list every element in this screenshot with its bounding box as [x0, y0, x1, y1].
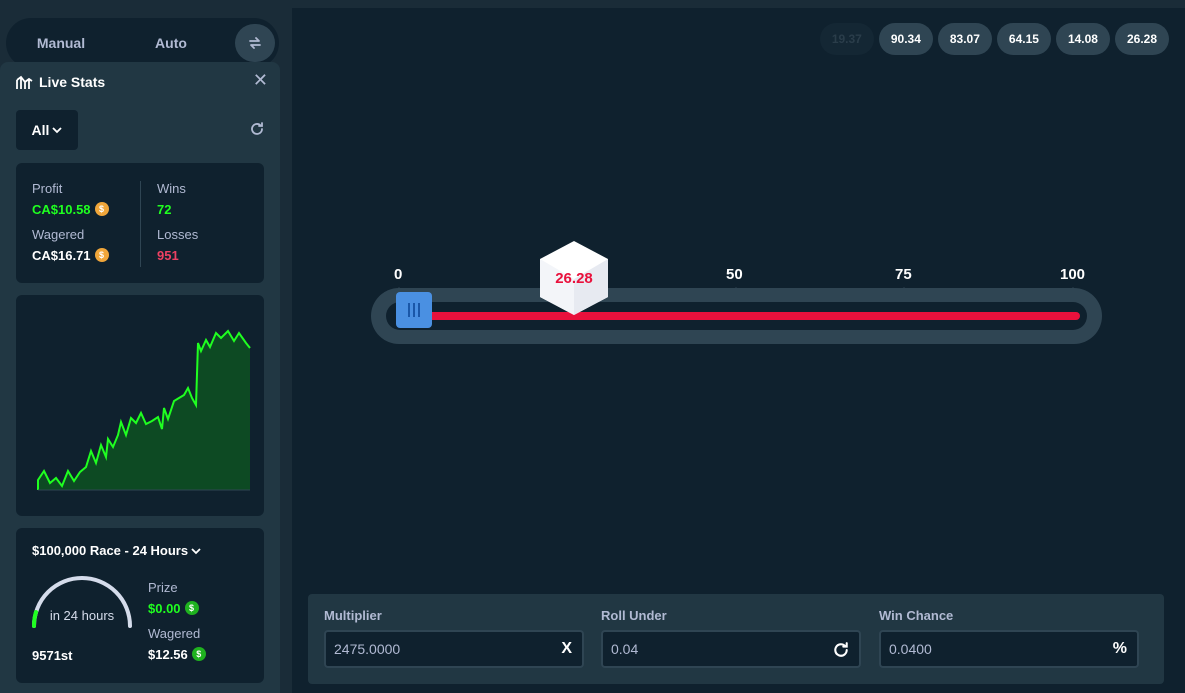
multiplier-value: 2475.0000	[334, 641, 401, 657]
slider-handle[interactable]	[396, 292, 432, 328]
multiplier-control: Multiplier 2475.0000 X	[324, 608, 584, 668]
coin-icon: $	[184, 601, 199, 615]
roll-under-label: Roll Under	[601, 608, 667, 623]
coin-icon: $	[191, 647, 206, 661]
left-panel: Manual Auto Live Stats ✕ All Profit CA$1…	[0, 0, 292, 693]
stats-filter-select[interactable]: All	[16, 110, 78, 150]
win-chance-value: 0.0400	[889, 641, 932, 657]
race-title-text: $100,000 Race - 24 Hours	[32, 543, 189, 558]
history-pill: 19.37	[819, 23, 874, 55]
profit-label: Profit	[32, 181, 63, 196]
handle-grip	[413, 303, 415, 317]
wagered-amount: CA$16.71	[32, 248, 91, 263]
tab-auto[interactable]: Auto	[120, 25, 222, 61]
chevron-down-icon	[191, 547, 201, 554]
race-wagered-amount: $12.56	[148, 647, 188, 662]
roll-under-input[interactable]: 0.04	[601, 630, 861, 668]
history-pill: 64.15	[996, 23, 1051, 55]
prize-label: Prize	[148, 580, 178, 595]
profit-amount: CA$10.58	[32, 202, 91, 217]
wagered-value: CA$16.71 $	[32, 245, 109, 273]
slider-track-container	[386, 302, 1087, 330]
win-chance-control: Win Chance 0.0400 %	[879, 608, 1139, 668]
roll-under-control: Roll Under 0.04	[601, 608, 861, 668]
tick-label: 0	[394, 266, 403, 283]
wins-losses-column: Wins 72 Losses 951	[157, 181, 198, 273]
history-pill: 26.28	[1114, 23, 1169, 55]
race-rank: 9571st	[32, 648, 73, 663]
prize-value: $0.00 $	[148, 598, 206, 626]
race-title[interactable]: $100,000 Race - 24 Hours	[32, 543, 201, 558]
handle-grip	[408, 303, 410, 317]
win-chance-label: Win Chance	[879, 608, 954, 623]
close-icon[interactable]: ✕	[253, 70, 268, 91]
wins-value: 72	[157, 202, 172, 217]
win-chance-input[interactable]: 0.0400 %	[879, 630, 1139, 668]
losses-value: 951	[157, 248, 179, 263]
race-wagered-value: $12.56 $	[148, 644, 206, 672]
dice-value: 26.28	[555, 270, 593, 287]
roll-history: 19.37 90.34 83.07 64.15 14.08 26.28	[819, 23, 1169, 55]
tick-label: 75	[895, 266, 912, 283]
swap-button[interactable]	[235, 24, 275, 62]
swap-icon	[249, 37, 261, 49]
mode-toggle: Manual Auto	[6, 18, 279, 68]
profit-chart	[16, 295, 264, 516]
multiplier-input[interactable]: 2475.0000 X	[324, 630, 584, 668]
roll-under-value: 0.04	[611, 641, 639, 657]
profit-chart-svg	[37, 329, 251, 491]
history-pill: 90.34	[878, 23, 933, 55]
wins-label: Wins	[157, 181, 186, 196]
race-stats: Prize $0.00 $ Wagered $12.56 $	[148, 580, 206, 672]
refresh-icon[interactable]	[833, 642, 849, 658]
handle-grip	[418, 303, 420, 317]
live-stats-header: Live Stats	[16, 72, 105, 92]
tab-manual[interactable]: Manual	[10, 25, 112, 61]
profit-wagered-column: Profit CA$10.58 $ Wagered CA$16.71 $	[32, 181, 109, 273]
chart-icon	[16, 75, 33, 89]
chevron-down-icon	[52, 127, 63, 134]
win-chance-suffix: %	[1112, 640, 1127, 657]
coin-icon: $	[94, 248, 109, 262]
multiplier-suffix: X	[561, 640, 572, 657]
divider	[140, 181, 141, 267]
tick-label: 50	[726, 266, 743, 283]
race-card: $100,000 Race - 24 Hours in 24 hours 957…	[16, 528, 264, 683]
live-stats-title: Live Stats	[39, 74, 106, 90]
bet-controls: Multiplier 2475.0000 X Roll Under 0.04 W…	[308, 594, 1164, 684]
tick-label: 100	[1060, 266, 1086, 283]
wagered-label: Wagered	[32, 227, 85, 242]
game-area: 19.37 90.34 83.07 64.15 14.08 26.28 0 50…	[292, 8, 1185, 693]
race-gauge-text: in 24 hours	[49, 608, 115, 623]
stats-filter-label: All	[31, 122, 50, 138]
refresh-icon[interactable]	[250, 122, 264, 136]
race-wagered-label: Wagered	[148, 626, 201, 641]
stats-summary-card: Profit CA$10.58 $ Wagered CA$16.71 $ Wins …	[16, 163, 264, 283]
slider-lose-track	[410, 312, 1080, 320]
coin-icon: $	[94, 202, 109, 216]
roll-slider	[371, 288, 1102, 344]
multiplier-label: Multiplier	[324, 608, 382, 623]
profit-value: CA$10.58 $	[32, 199, 109, 227]
history-pill: 14.08	[1055, 23, 1110, 55]
profit-chart-area	[38, 331, 250, 490]
dice-result: 26.28	[540, 241, 608, 315]
prize-amount: $0.00	[148, 601, 181, 616]
live-stats-panel: Live Stats ✕ All Profit CA$10.58 $ Wagere…	[0, 62, 280, 693]
losses-label: Losses	[157, 227, 199, 242]
history-pill: 83.07	[937, 23, 992, 55]
